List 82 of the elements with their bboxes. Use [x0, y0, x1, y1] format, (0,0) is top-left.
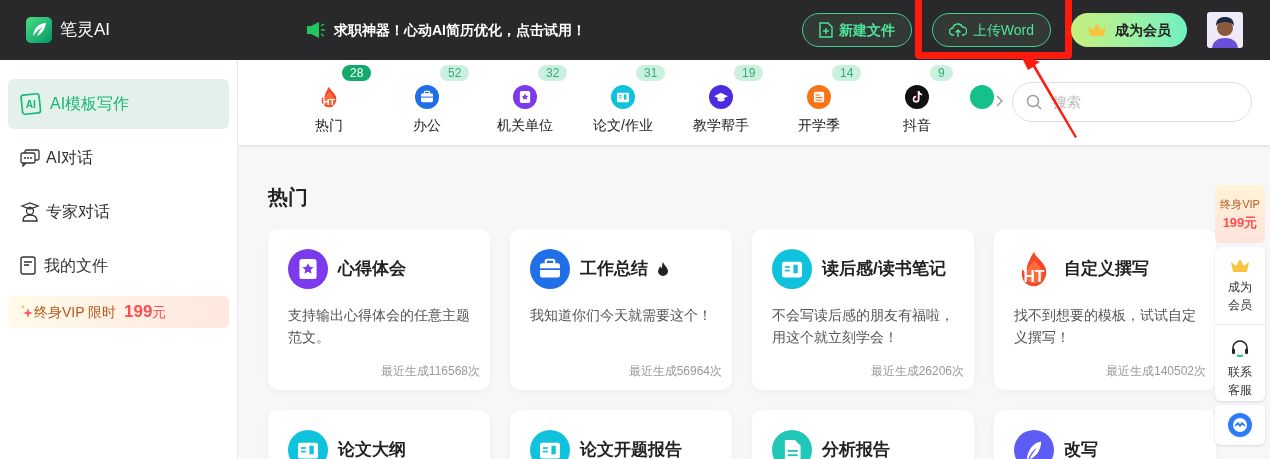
- logo-icon[interactable]: [26, 17, 52, 43]
- count-badge: 9: [930, 65, 953, 81]
- vip-button[interactable]: 成为会员: [1071, 13, 1187, 47]
- template-card[interactable]: 论文开题报告: [510, 410, 732, 459]
- book-icon: [772, 249, 812, 289]
- music-note-icon: [905, 85, 929, 109]
- book-icon: [288, 430, 328, 459]
- robot-icon: [1227, 412, 1253, 438]
- promo-link[interactable]: 求职神器！心动AI简历优化，点击试用！: [334, 19, 586, 41]
- card-description: 我知道你们今天就需要这个！: [530, 306, 712, 325]
- new-file-button[interactable]: 新建文件: [801, 13, 912, 47]
- sidebar-item[interactable]: 我的文件: [8, 241, 229, 291]
- sidebar-item[interactable]: 专家对话: [8, 187, 229, 237]
- count-badge: 52: [440, 65, 470, 81]
- category-tab[interactable]: 14 开学季: [770, 60, 868, 136]
- category-tab[interactable]: 52 办公: [378, 60, 476, 136]
- count-badge: 32: [538, 65, 568, 81]
- category-tab[interactable]: 31 论文/作业: [574, 60, 672, 136]
- support-tool[interactable]: 联系客服: [1215, 325, 1265, 401]
- card-title: 改写: [1064, 439, 1098, 459]
- graduate-person-icon: [20, 202, 40, 222]
- feather-icon: [1014, 430, 1054, 459]
- usage-count: 最近生成56964次: [628, 363, 722, 380]
- member-tool[interactable]: 成为会员: [1215, 247, 1265, 325]
- template-card[interactable]: 心得体会 支持输出心得体会的任意主题范文。 最近生成116568次: [268, 229, 490, 390]
- avatar[interactable]: [1207, 12, 1243, 48]
- usage-count: 最近生成116568次: [380, 363, 480, 380]
- chevron-right-icon[interactable]: [996, 95, 1004, 107]
- robot-tool[interactable]: [1215, 405, 1265, 445]
- crown-icon: [1230, 257, 1250, 274]
- cloud-upload-icon: [948, 22, 967, 38]
- category-tab[interactable]: 32 机关单位: [476, 60, 574, 136]
- upload-word-button[interactable]: 上传Word: [931, 13, 1051, 47]
- template-card[interactable]: 改写: [994, 410, 1216, 459]
- chat-icon: [20, 149, 40, 167]
- notepad-icon: [807, 85, 831, 109]
- megaphone-icon: [306, 21, 326, 39]
- card-title: 自定义撰写: [1064, 258, 1149, 281]
- count-badge: 19: [734, 65, 764, 81]
- vip-offer-tile[interactable]: 终身VIP 199元: [1215, 185, 1265, 243]
- vip-offer-banner[interactable]: 终身VIP 限时 199元: [8, 296, 229, 328]
- card-description: 不会写读后感的朋友有福啦，用这个就立刻学会！: [772, 306, 954, 347]
- briefcase-icon: [415, 85, 439, 109]
- graduation-cap-icon: [709, 85, 733, 109]
- card-title: 工作总结: [580, 258, 648, 281]
- sidebar-item[interactable]: AI对话: [8, 133, 229, 183]
- usage-count: 最近生成26206次: [870, 363, 964, 380]
- vip-offer-text: 终身VIP 限时 199元: [34, 301, 167, 324]
- card-description: 找不到想要的模板，试试自定义撰写！: [1014, 306, 1196, 347]
- category-tab[interactable]: 19 教学帮手: [672, 60, 770, 136]
- category-icon: [970, 85, 994, 109]
- count-badge: 31: [636, 65, 666, 81]
- count-badge: 14: [832, 65, 862, 81]
- card-title: 心得体会: [338, 258, 406, 281]
- briefcase-icon: [530, 249, 570, 289]
- template-card[interactable]: 论文大纲: [268, 410, 490, 459]
- template-card[interactable]: 工作总结 我知道你们今天就需要这个！ 最近生成56964次: [510, 229, 732, 390]
- new-file-icon: [818, 22, 833, 38]
- template-card[interactable]: 分析报告: [752, 410, 974, 459]
- drop-icon: [658, 262, 668, 276]
- template-icon: AI: [20, 92, 44, 116]
- book-icon: [530, 430, 570, 459]
- section-heading: 热门: [268, 185, 308, 210]
- template-card[interactable]: 读后感/读书笔记 不会写读后感的朋友有福啦，用这个就立刻学会！ 最近生成26206次: [752, 229, 974, 390]
- card-title: 读后感/读书笔记: [822, 258, 946, 281]
- category-tab[interactable]: 9 抖音: [868, 60, 966, 136]
- headset-icon: [1230, 339, 1250, 359]
- document-icon: [772, 430, 812, 459]
- category-tab[interactable]: 28 HT 热门: [280, 60, 378, 136]
- card-title: 论文大纲: [338, 439, 406, 459]
- file-icon: [20, 256, 38, 276]
- card-title: 论文开题报告: [580, 439, 682, 459]
- sparkle-icon: [20, 305, 34, 319]
- crown-icon: [1087, 22, 1107, 38]
- book-icon: [611, 85, 635, 109]
- card-description: 支持输出心得体会的任意主题范文。: [288, 306, 470, 347]
- logo-text[interactable]: 笔灵AI: [60, 17, 111, 43]
- search-icon: [1026, 94, 1042, 110]
- usage-count: 最近生成140502次: [1105, 363, 1206, 380]
- card-title: 分析报告: [822, 439, 890, 459]
- template-card[interactable]: HT 自定义撰写 找不到想要的模板，试试自定义撰写！ 最近生成140502次: [994, 229, 1216, 390]
- count-badge: 28: [342, 65, 372, 81]
